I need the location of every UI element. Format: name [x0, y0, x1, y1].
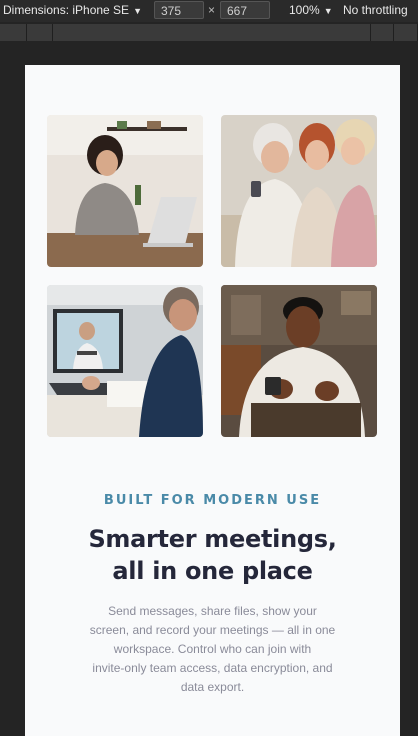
dimensions-dropdown[interactable]: Dimensions: iPhone SE ▼ [3, 3, 142, 17]
times-separator: × [208, 3, 216, 17]
zoom-dropdown[interactable]: 100% ▼ [289, 3, 333, 17]
man-smartphone-photo [221, 285, 377, 437]
media-query-segment[interactable] [394, 24, 418, 41]
section-headline: Smarter meetings, all in one place [25, 523, 400, 587]
description-line: Send messages, share files, show your [108, 604, 317, 618]
media-query-segment[interactable] [53, 24, 371, 41]
media-query-segment[interactable] [27, 24, 53, 41]
description-line: workspace. Control who can join with [113, 642, 312, 656]
media-query-segment[interactable] [371, 24, 394, 41]
viewport-width-input[interactable]: 375 [154, 1, 204, 19]
description-line: invite-only team access, data encryption… [92, 661, 333, 675]
viewport-height-input[interactable]: 667 [220, 1, 270, 19]
senior-women-phone-photo [221, 115, 377, 267]
throttling-dropdown[interactable]: No throttling [343, 3, 408, 17]
section-description: Send messages, share files, show your sc… [81, 602, 344, 697]
chevron-down-icon: ▼ [133, 6, 142, 16]
woman-video-call-photo [47, 115, 203, 267]
chevron-down-icon: ▼ [323, 6, 333, 16]
dimensions-label: Dimensions: iPhone SE [3, 3, 130, 17]
headline-line: Smarter meetings, [88, 525, 337, 553]
man-laptop-video-call-photo [47, 285, 203, 437]
zoom-label: 100% [289, 3, 320, 17]
description-line: data export. [180, 680, 245, 694]
description-line: screen, and record your meetings — all i… [89, 623, 336, 637]
media-query-segment[interactable] [0, 24, 27, 41]
emulated-page: BUILT FOR MODERN USE Smarter meetings, a… [25, 65, 400, 736]
headline-line: all in one place [112, 557, 313, 585]
section-eyebrow: BUILT FOR MODERN USE [103, 493, 322, 508]
media-query-bar [0, 24, 418, 41]
devtools-device-toolbar: Dimensions: iPhone SE ▼ 375 × 667 100% ▼ N… [0, 0, 418, 22]
